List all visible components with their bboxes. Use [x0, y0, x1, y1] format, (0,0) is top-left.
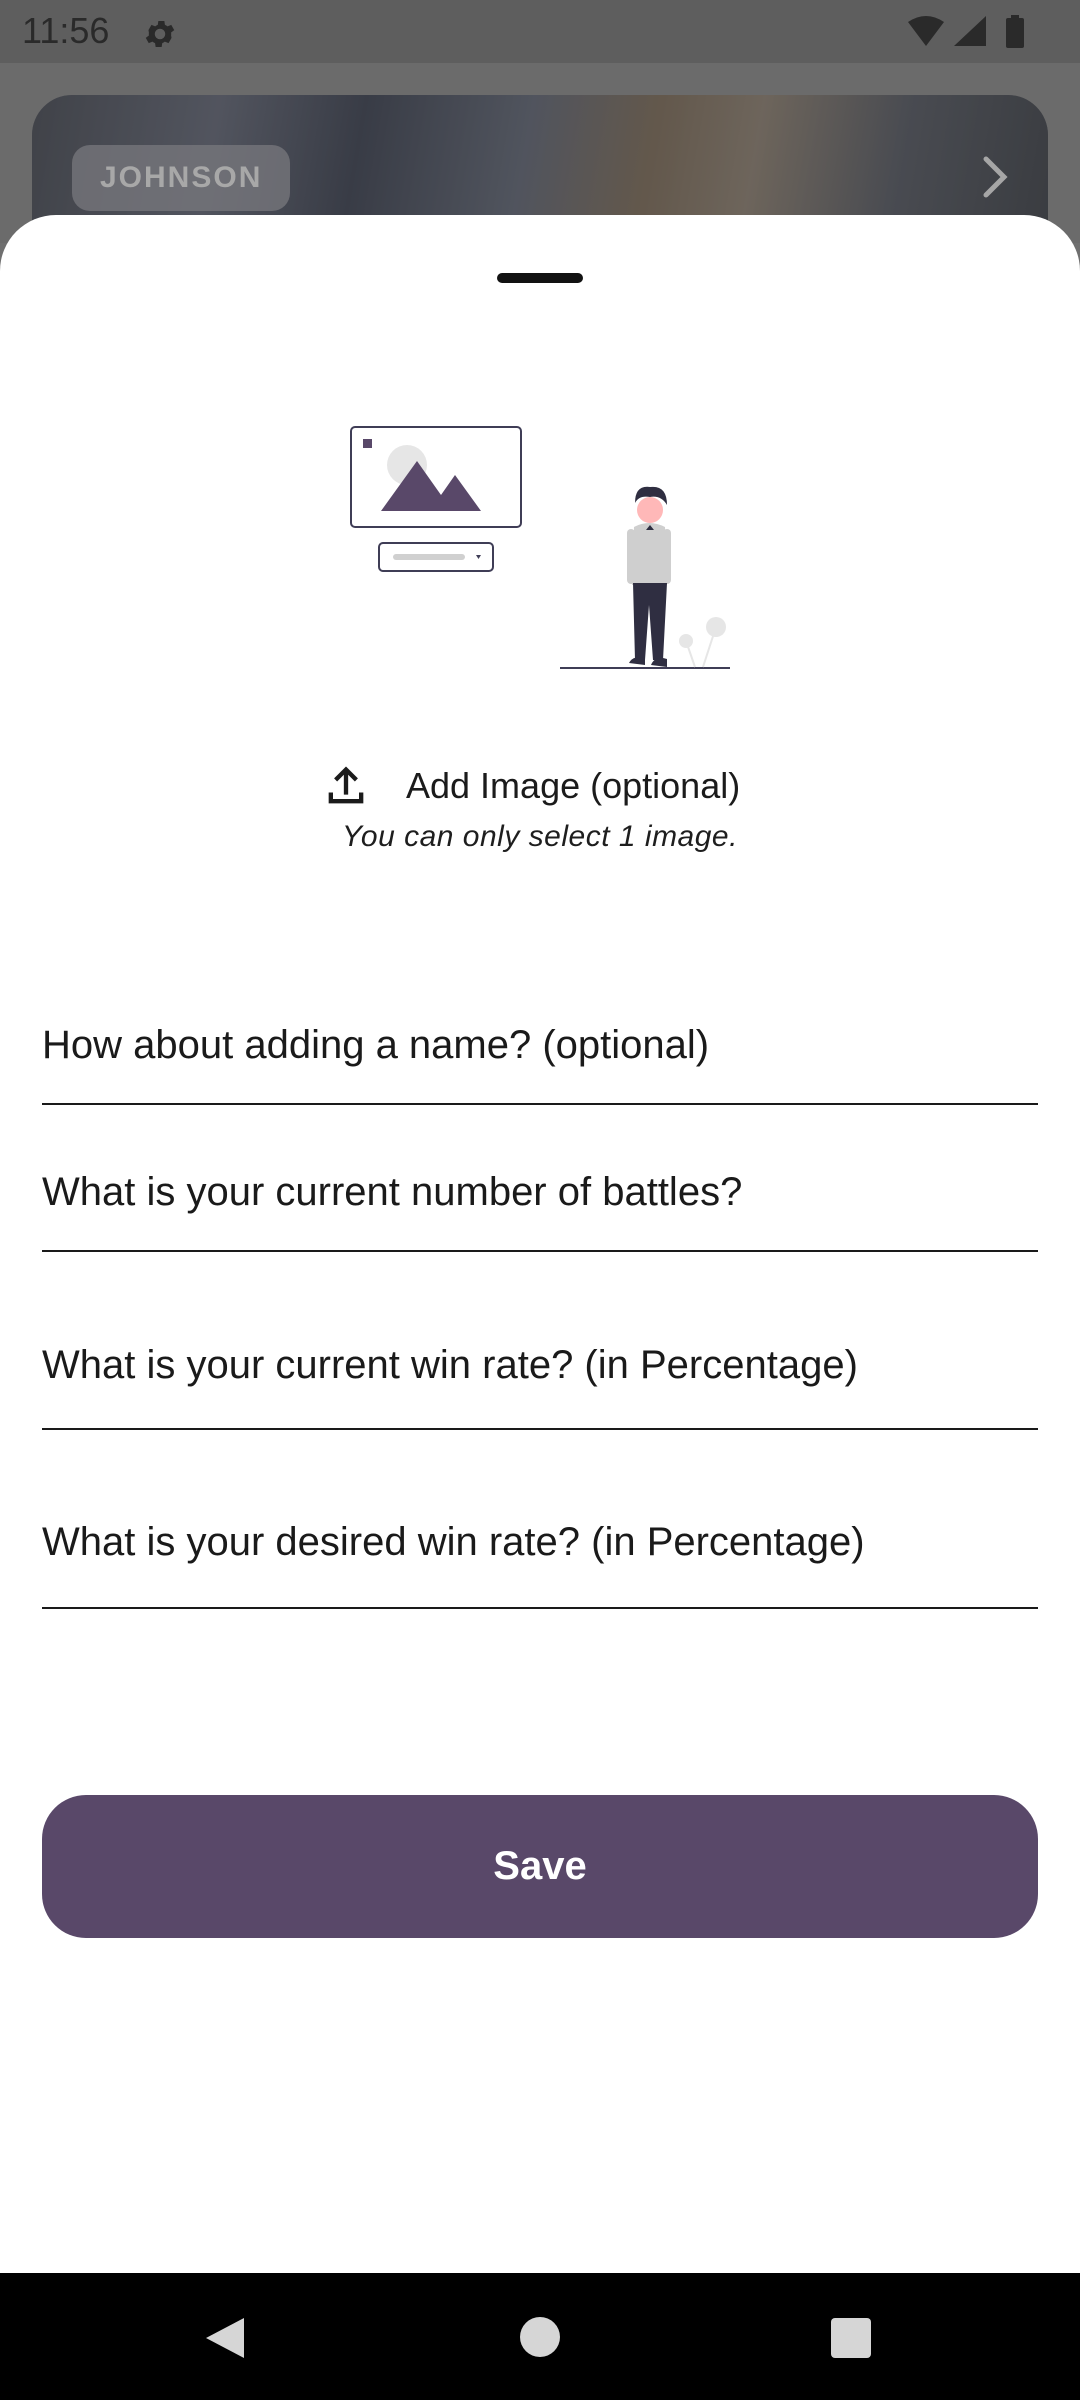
recent-apps-icon[interactable]: [831, 2318, 871, 2358]
name-input[interactable]: [42, 1023, 1038, 1068]
add-image-button[interactable]: Add Image (optional): [320, 755, 740, 817]
status-icons: [906, 14, 1046, 55]
back-icon[interactable]: [204, 2316, 246, 2365]
navigation-bar: [0, 2273, 1080, 2400]
home-icon[interactable]: [520, 2317, 560, 2357]
wifi-icon: [908, 16, 944, 46]
gear-icon: [142, 16, 178, 57]
banner-chip: JOHNSON: [72, 145, 291, 211]
add-image-hint: You can only select 1 image.: [342, 820, 738, 853]
desired-win-rate-input[interactable]: [42, 1520, 1038, 1565]
current-win-rate-input[interactable]: [42, 1343, 1038, 1388]
battles-field[interactable]: [42, 1150, 1038, 1252]
drag-handle[interactable]: [497, 273, 583, 283]
status-time: 11:56: [22, 10, 110, 51]
bottom-sheet: Add Image (optional) You can only select…: [0, 215, 1080, 2273]
desired-win-rate-field[interactable]: [42, 1485, 1038, 1609]
chevron-right-icon: [980, 155, 1010, 204]
signal-icon: [954, 16, 986, 46]
name-field[interactable]: [42, 1003, 1038, 1105]
battery-icon: [1006, 15, 1024, 48]
current-win-rate-field[interactable]: [42, 1305, 1038, 1430]
add-image-label: Add Image (optional): [406, 765, 741, 806]
status-bar: 11:56: [0, 0, 1080, 63]
save-button[interactable]: Save: [42, 1795, 1038, 1938]
upload-illustration: [345, 415, 735, 700]
battles-input[interactable]: [42, 1170, 1038, 1215]
upload-icon: [328, 766, 364, 804]
